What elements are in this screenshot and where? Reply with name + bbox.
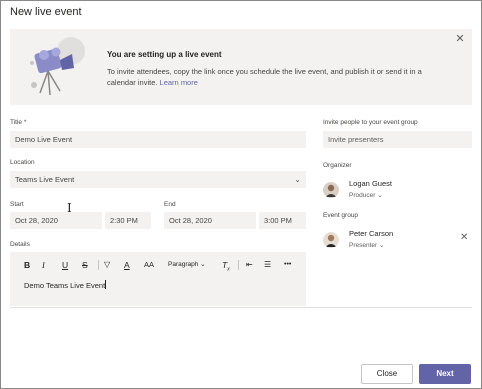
event-group-label: Event group [323,212,359,219]
invite-presenters-input[interactable]: Invite presenters [323,131,472,148]
start-label: Start [10,201,24,208]
footer-divider [10,307,472,308]
location-dropdown[interactable]: Teams Live Event ⌄ [10,171,306,188]
strikethrough-icon[interactable]: S [82,260,88,270]
details-text-value: Demo Teams Live Event [24,281,106,290]
paragraph-dropdown[interactable]: Paragraph ⌄ [168,260,206,270]
presenter-role-dropdown[interactable]: Presenter ⌄ [349,241,384,249]
avatar [323,232,339,248]
avatar [323,182,339,198]
toolbar-divider [238,260,239,270]
organizer-label: Organizer [323,162,352,169]
location-value: Teams Live Event [15,175,75,184]
toolbar-divider [98,260,99,270]
remove-presenter-icon[interactable]: ✕ [460,232,468,243]
text-caret [105,280,107,289]
font-size-glyph: A [144,260,150,269]
dialog-window: New live event You are setting up a live… [0,0,482,389]
underline-icon[interactable]: U [62,260,68,270]
details-text[interactable]: Demo Teams Live Event [24,280,107,290]
details-editor[interactable]: B I U S ▽ A AA Paragraph ⌄ Tx ⇤ ☰ ••• De… [10,252,306,306]
clear-formatting-icon[interactable]: Tx [222,260,230,275]
bullet-list-icon[interactable]: ☰ [264,260,271,270]
highlight-icon[interactable]: ▽ [104,260,110,270]
next-button[interactable]: Next [419,364,471,384]
info-banner: You are setting up a live event To invit… [10,29,472,105]
more-options-icon[interactable]: ••• [284,260,291,270]
close-icon[interactable]: ✕ [454,33,466,45]
invite-label: Invite people to your event group [323,119,418,126]
end-date-input[interactable]: Oct 28, 2020 [164,212,256,229]
chevron-down-icon: ⌄ [294,175,301,184]
live-camera-illustration [30,37,85,96]
paragraph-label: Paragraph [168,261,199,268]
organizer-role-dropdown[interactable]: Producer ⌄ [349,191,383,199]
learn-more-link[interactable]: Learn more [160,78,198,87]
text-cursor-icon: I [67,201,72,215]
banner-heading: You are setting up a live event [107,50,222,59]
italic-icon[interactable]: I [42,260,45,270]
organizer-role: Producer [349,192,376,199]
presenter-role: Presenter [349,242,378,249]
chevron-down-icon: ⌄ [379,242,385,249]
font-size-icon[interactable]: AA [144,260,154,270]
end-label: End [164,201,176,208]
end-time-input[interactable]: 3:00 PM [259,212,306,229]
dialog-title: New live event [10,6,82,18]
outdent-icon[interactable]: ⇤ [246,260,253,270]
title-label: Title * [10,119,27,126]
close-button[interactable]: Close [361,364,413,384]
font-color-icon[interactable]: A [124,260,130,270]
presenter-name: Peter Carson [349,229,394,238]
title-input[interactable]: Demo Live Event [10,131,306,148]
start-date-input[interactable]: Oct 28, 2020 [10,212,102,229]
location-label: Location [10,159,35,166]
bold-icon[interactable]: B [24,260,30,270]
start-time-input[interactable]: 2:30 PM [105,212,151,229]
banner-body-text: To invite attendees, copy the link once … [107,67,422,87]
organizer-name: Logan Guest [349,179,392,188]
details-label: Details [10,241,30,248]
chevron-down-icon: ⌄ [377,192,383,199]
banner-body: To invite attendees, copy the link once … [107,66,447,88]
